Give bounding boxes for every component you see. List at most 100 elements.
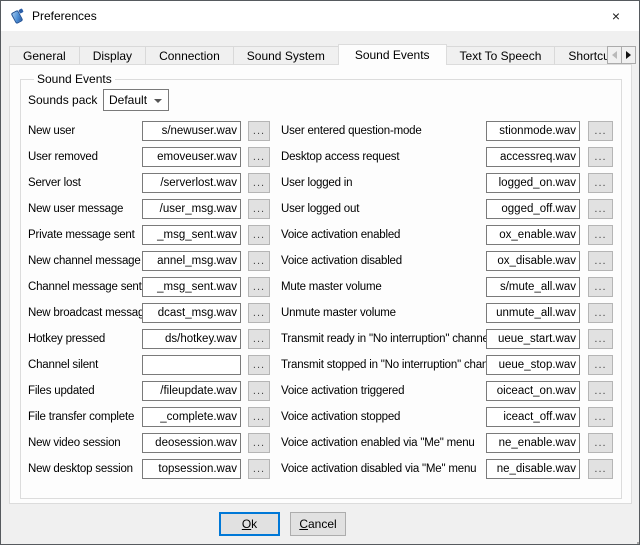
sound-file-input[interactable] xyxy=(486,225,580,245)
tab-sound-events[interactable]: Sound Events xyxy=(338,44,447,65)
sound-event-label: Private message sent xyxy=(28,229,142,241)
sound-file-input[interactable] xyxy=(486,147,580,167)
sound-event-label: File transfer complete xyxy=(28,411,142,423)
tab-display[interactable]: Display xyxy=(79,46,146,65)
browse-button[interactable]: ... xyxy=(588,173,613,193)
sound-file-input[interactable] xyxy=(486,459,580,479)
tab-scroll-buttons xyxy=(607,46,636,64)
browse-button[interactable]: ... xyxy=(588,199,613,219)
sound-file-input[interactable] xyxy=(142,355,241,375)
browse-button[interactable]: ... xyxy=(248,381,270,401)
sounds-pack-dropdown[interactable]: Default xyxy=(103,89,169,111)
browse-button[interactable]: ... xyxy=(248,147,270,167)
sound-event-row: Hotkey pressed...Transmit ready in "No i… xyxy=(28,326,615,352)
tab-general[interactable]: General xyxy=(9,46,80,65)
sound-event-row: File transfer complete...Voice activatio… xyxy=(28,404,615,430)
sound-file-input[interactable] xyxy=(486,433,580,453)
sound-file-input[interactable] xyxy=(142,381,241,401)
browse-button[interactable]: ... xyxy=(588,277,613,297)
sound-event-row: New video session...Voice activation ena… xyxy=(28,430,615,456)
browse-button[interactable]: ... xyxy=(248,433,270,453)
arrow-right-icon xyxy=(626,51,631,59)
sound-file-input[interactable] xyxy=(142,303,241,323)
browse-button[interactable]: ... xyxy=(588,407,613,427)
browse-button[interactable]: ... xyxy=(248,121,270,141)
sound-file-input[interactable] xyxy=(486,329,580,349)
sound-file-input[interactable] xyxy=(142,251,241,271)
sound-event-rows: New user... User entered question-mode...… xyxy=(28,118,615,482)
cancel-button[interactable]: Cancel xyxy=(290,512,346,536)
sound-event-row: Files updated...Voice activation trigger… xyxy=(28,378,615,404)
browse-button[interactable]: ... xyxy=(248,251,270,271)
groupbox-title: Sound Events xyxy=(34,72,115,86)
sound-file-input[interactable] xyxy=(486,277,580,297)
sound-event-label: Mute master volume xyxy=(281,281,486,293)
browse-button[interactable]: ... xyxy=(588,433,613,453)
ok-button[interactable]: Ok xyxy=(219,512,280,536)
browse-button[interactable]: ... xyxy=(588,147,613,167)
sound-file-input[interactable] xyxy=(486,303,580,323)
sound-file-input[interactable] xyxy=(142,173,241,193)
sound-event-label: Desktop access request xyxy=(281,151,486,163)
sound-event-label: New user xyxy=(28,125,142,137)
sound-event-label: User logged out xyxy=(281,203,486,215)
chevron-down-icon xyxy=(154,99,162,103)
sound-event-label: Hotkey pressed xyxy=(28,333,142,345)
browse-button[interactable]: ... xyxy=(588,225,613,245)
sound-file-input[interactable] xyxy=(486,251,580,271)
browse-button[interactable]: ... xyxy=(248,459,270,479)
sound-event-row: User removed...Desktop access request... xyxy=(28,144,615,170)
sound-file-input[interactable] xyxy=(486,381,580,401)
sound-event-label: User entered question-mode xyxy=(281,125,486,137)
sound-event-label: New desktop session xyxy=(28,463,142,475)
sound-event-label: New channel message xyxy=(28,255,142,267)
resize-grip[interactable] xyxy=(633,538,635,540)
browse-button[interactable]: ... xyxy=(248,329,270,349)
sound-file-input[interactable] xyxy=(142,329,241,349)
sound-file-input[interactable] xyxy=(142,225,241,245)
browse-button[interactable]: ... xyxy=(248,277,270,297)
sounds-pack-row: Sounds pack Default xyxy=(28,89,615,111)
tab-connection[interactable]: Connection xyxy=(145,46,234,65)
sound-event-label: User logged in xyxy=(281,177,486,189)
sound-event-row: Private message sent...Voice activation … xyxy=(28,222,615,248)
sound-event-label: Unmute master volume xyxy=(281,307,486,319)
sound-file-input[interactable] xyxy=(486,199,580,219)
sound-event-label: New user message xyxy=(28,203,142,215)
tab-scroll-right-button[interactable] xyxy=(621,46,636,64)
tab-strip: GeneralDisplayConnectionSound SystemSoun… xyxy=(9,43,632,65)
sound-file-input[interactable] xyxy=(142,277,241,297)
browse-button[interactable]: ... xyxy=(588,355,613,375)
sound-file-input[interactable] xyxy=(142,459,241,479)
sound-file-input[interactable] xyxy=(142,121,241,141)
browse-button[interactable]: ... xyxy=(588,381,613,401)
browse-button[interactable]: ... xyxy=(588,121,613,141)
browse-button[interactable]: ... xyxy=(248,225,270,245)
sound-file-input[interactable] xyxy=(486,121,580,141)
sound-file-input[interactable] xyxy=(142,199,241,219)
browse-button[interactable]: ... xyxy=(588,251,613,271)
sound-file-input[interactable] xyxy=(486,355,580,375)
browse-button[interactable]: ... xyxy=(248,199,270,219)
browse-button[interactable]: ... xyxy=(248,407,270,427)
sound-event-label: New video session xyxy=(28,437,142,449)
sound-file-input[interactable] xyxy=(486,407,580,427)
browse-button[interactable]: ... xyxy=(248,173,270,193)
browse-button[interactable]: ... xyxy=(248,303,270,323)
browse-button[interactable]: ... xyxy=(588,303,613,323)
sound-event-label: Files updated xyxy=(28,385,142,397)
sound-file-input[interactable] xyxy=(142,147,241,167)
tab-sound-system[interactable]: Sound System xyxy=(233,46,339,65)
browse-button[interactable]: ... xyxy=(588,329,613,349)
sound-file-input[interactable] xyxy=(486,173,580,193)
browse-button[interactable]: ... xyxy=(588,459,613,479)
browse-button[interactable]: ... xyxy=(248,355,270,375)
tab-scroll-left-button[interactable] xyxy=(607,46,622,64)
sound-event-row: New broadcast message...Unmute master vo… xyxy=(28,300,615,326)
sound-file-input[interactable] xyxy=(142,407,241,427)
tab-text-to-speech[interactable]: Text To Speech xyxy=(446,46,556,65)
close-icon[interactable]: × xyxy=(593,1,639,31)
sound-file-input[interactable] xyxy=(142,433,241,453)
sound-event-label: Transmit stopped in "No interruption" ch… xyxy=(281,359,486,371)
app-icon xyxy=(10,8,26,24)
